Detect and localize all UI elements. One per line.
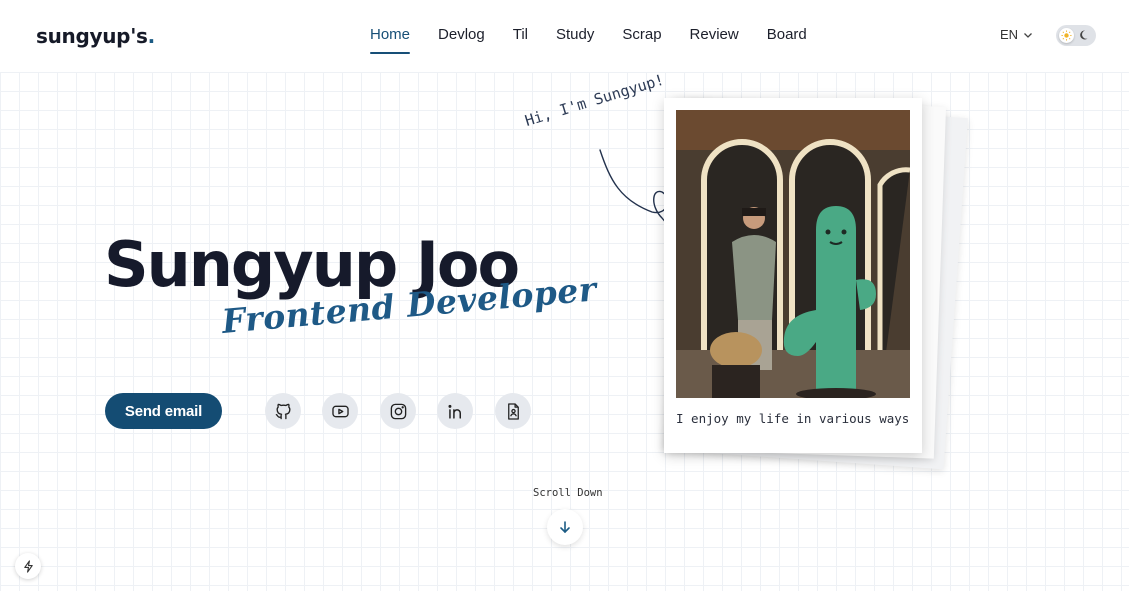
greeting-annotation: Hi, I'm Sungyup!: [522, 70, 667, 130]
scroll-down-button[interactable]: [547, 509, 583, 545]
nav-item-home[interactable]: Home: [356, 26, 424, 54]
logo-text: sungyup's: [36, 24, 148, 48]
quick-action-button[interactable]: [15, 553, 41, 579]
youtube-icon: [331, 405, 349, 417]
polaroid-caption-text: I enjoy my life in various ways: [676, 411, 910, 426]
polaroid-caption: I enjoy my life in various ways: [676, 410, 910, 427]
github-link[interactable]: [265, 393, 301, 429]
sun-icon: [1061, 30, 1072, 41]
site-header: sungyup's. Home Devlog Til Study Scrap R…: [0, 0, 1129, 72]
profile-polaroid: I enjoy my life in various ways: [664, 98, 922, 453]
chevron-down-icon: [1024, 32, 1033, 38]
youtube-link[interactable]: [322, 393, 358, 429]
nav-item-devlog[interactable]: Devlog: [424, 26, 499, 43]
main-nav: Home Devlog Til Study Scrap Review Board: [356, 26, 821, 54]
resume-icon: [507, 402, 519, 420]
linkedin-icon: [447, 404, 461, 419]
resume-link[interactable]: [495, 393, 531, 429]
language-select[interactable]: EN: [1000, 27, 1033, 42]
scroll-down-label: Scroll Down: [533, 487, 603, 499]
bolt-icon: [23, 559, 33, 573]
theme-toggle-knob: [1059, 28, 1074, 43]
site-logo[interactable]: sungyup's.: [36, 24, 155, 48]
nav-item-study[interactable]: Study: [542, 26, 608, 43]
nav-item-board[interactable]: Board: [753, 26, 821, 43]
logo-dot: .: [147, 24, 156, 48]
send-email-button[interactable]: Send email: [105, 393, 222, 429]
theme-toggle[interactable]: [1056, 25, 1096, 46]
arrow-down-icon: [560, 521, 570, 534]
moon-icon: [1080, 30, 1088, 40]
nav-item-review[interactable]: Review: [676, 26, 753, 43]
instagram-icon: [390, 403, 406, 419]
linkedin-link[interactable]: [437, 393, 473, 429]
instagram-link[interactable]: [380, 393, 416, 429]
profile-photo: [676, 110, 910, 398]
github-icon: [275, 403, 291, 419]
language-label: EN: [1000, 27, 1019, 42]
nav-item-til[interactable]: Til: [499, 26, 542, 43]
nav-item-scrap[interactable]: Scrap: [608, 26, 675, 43]
